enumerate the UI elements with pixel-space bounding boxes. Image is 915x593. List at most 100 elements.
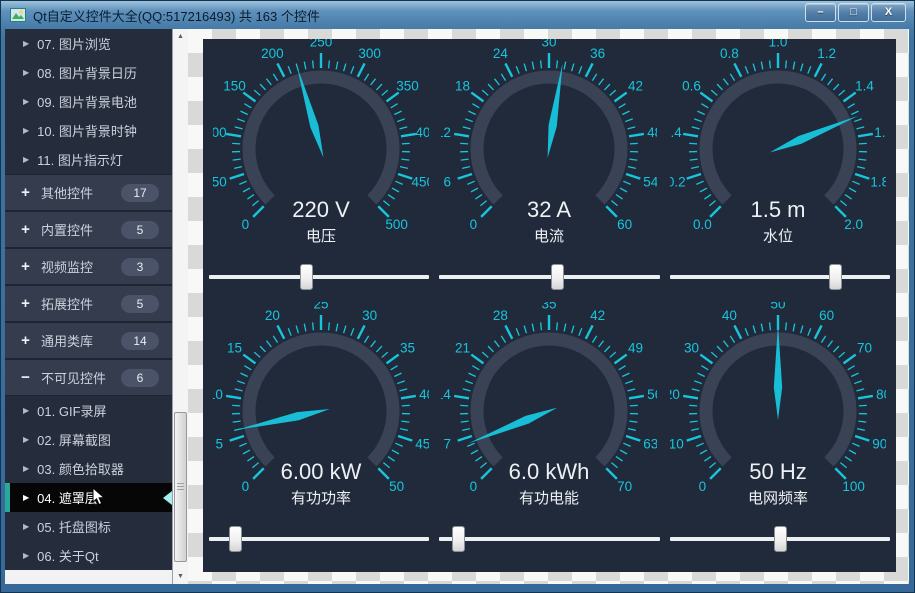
slider-track[interactable]: [209, 537, 429, 541]
expand-icon: +: [19, 332, 32, 349]
gauge-minor-tick: [471, 188, 478, 192]
slider-handle[interactable]: [229, 526, 242, 552]
gauge-tick-label: 21: [455, 341, 470, 356]
gauge-major-tick: [226, 396, 241, 398]
sidebar-scrollbar[interactable]: ▲ ▼: [172, 29, 188, 584]
gauge-minor-tick: [800, 326, 802, 334]
gauge-minor-tick: [391, 366, 398, 370]
item-label: 视频监控: [41, 257, 93, 276]
gauge-minor-tick: [697, 111, 704, 114]
gauge-minor-tick: [239, 181, 246, 184]
gauge-tick-label: 49: [629, 341, 644, 356]
sidebar-item-1[interactable]: ▶08. 图片背景日历: [5, 58, 172, 87]
gauge-tick-label: 54: [644, 174, 658, 189]
gauge-minor-tick: [233, 421, 241, 422]
scroll-down-icon[interactable]: ▼: [173, 569, 188, 584]
gauge-4: 071421283542495663706.0 kWh有功电能: [441, 302, 657, 527]
gauge-minor-tick: [365, 336, 369, 343]
slider-track[interactable]: [209, 275, 429, 279]
sidebar-item-13[interactable]: ▶03. 颜色拾取器: [5, 454, 172, 483]
scrollbar-track[interactable]: [174, 44, 187, 569]
sidebar-category-7[interactable]: +视频监控3: [5, 248, 172, 285]
slider-3[interactable]: [209, 526, 429, 552]
gauge-tick-label: 10: [213, 387, 223, 402]
slider-track[interactable]: [439, 537, 659, 541]
arrow-right-icon: ▶: [23, 39, 29, 48]
sidebar-item-0[interactable]: ▶07. 图片浏览: [5, 29, 172, 58]
gauge-minor-tick: [232, 406, 240, 407]
arrow-right-icon: ▶: [23, 551, 29, 560]
scroll-up-icon[interactable]: ▲: [173, 29, 188, 44]
gauge-minor-tick: [517, 66, 520, 73]
sidebar-item-14[interactable]: ▶04. 遮罩层: [5, 483, 172, 512]
slider-handle[interactable]: [551, 264, 564, 290]
expand-icon: +: [19, 295, 32, 312]
maximize-button[interactable]: □: [838, 3, 869, 22]
arrow-right-icon: ▶: [23, 97, 29, 106]
gauge-tick-label: 20: [265, 308, 280, 323]
slider-0[interactable]: [209, 264, 429, 290]
gauge-minor-tick: [723, 341, 728, 347]
sidebar-category-9[interactable]: +通用类库14: [5, 322, 172, 359]
scrollbar-thumb[interactable]: [174, 412, 187, 562]
sidebar-item-2[interactable]: ▶09. 图片背景电池: [5, 87, 172, 116]
gauge-minor-tick: [248, 194, 255, 199]
gauge-value: 32 A: [527, 197, 571, 222]
sidebar-category-6[interactable]: +内置控件5: [5, 211, 172, 248]
slider-handle[interactable]: [829, 264, 842, 290]
gauge-tick-label: 500: [386, 217, 409, 232]
gauge-minor-tick: [839, 352, 845, 357]
gauge-minor-tick: [857, 429, 865, 431]
gauge-minor-tick: [473, 103, 480, 107]
gauge-minor-tick: [489, 346, 494, 352]
gauge-major-tick: [815, 326, 822, 339]
gauge-minor-tick: [612, 463, 618, 468]
slider-handle[interactable]: [774, 526, 787, 552]
slider-handle[interactable]: [300, 264, 313, 290]
minimize-button[interactable]: –: [805, 3, 836, 22]
gauge-tick-label: 1.0: [768, 39, 787, 49]
sidebar-item-16[interactable]: ▶06. 关于Qt: [5, 541, 172, 570]
gauge-minor-tick: [852, 443, 859, 446]
close-button[interactable]: X: [871, 3, 906, 22]
gauge-minor-tick: [239, 443, 246, 446]
gauge-ring: [706, 77, 850, 200]
gauge-tick-label: 60: [618, 217, 633, 232]
sidebar-item-15[interactable]: ▶05. 托盘图标: [5, 512, 172, 541]
sidebar-item-11[interactable]: ▶01. GIF录屏: [5, 396, 172, 425]
sidebar-item-12[interactable]: ▶02. 屏幕截图: [5, 425, 172, 454]
gauge-minor-tick: [808, 329, 811, 336]
gauge-tick-label: 20: [670, 387, 680, 402]
gauge-minor-tick: [466, 381, 474, 384]
gauge-minor-tick: [273, 336, 277, 343]
slider-track[interactable]: [439, 275, 659, 279]
slider-1[interactable]: [439, 264, 659, 290]
sidebar-category-5[interactable]: +其他控件17: [5, 174, 172, 211]
gauge-minor-tick: [723, 78, 728, 84]
gauge-minor-tick: [769, 60, 770, 68]
gauge-minor-tick: [626, 119, 634, 122]
sidebar-item-3[interactable]: ▶10. 图片背景时钟: [5, 116, 172, 145]
slider-4[interactable]: [439, 526, 659, 552]
collapse-icon: −: [19, 369, 32, 386]
sidebar-item-4[interactable]: ▶11. 图片指示灯: [5, 145, 172, 174]
sidebar-category-10[interactable]: −不可见控件6: [5, 359, 172, 396]
sidebar-category-8[interactable]: +拓展控件5: [5, 285, 172, 322]
slider-5[interactable]: [670, 526, 890, 552]
gauge-title: 水位: [763, 228, 793, 245]
gauge-minor-tick: [753, 326, 755, 334]
gauge-minor-tick: [400, 166, 408, 168]
gauge-minor-tick: [623, 373, 630, 376]
gauge-major-tick: [398, 436, 412, 441]
gauge-minor-tick: [541, 60, 542, 68]
title-bar[interactable]: Qt自定义控件大全(QQ:517216493) 共 163 个控件 – □ X: [1, 1, 914, 29]
gauge-minor-tick: [701, 103, 708, 107]
gauge-minor-tick: [856, 389, 864, 391]
count-badge: 3: [121, 258, 159, 276]
gauge-minor-tick: [502, 336, 506, 343]
slider-handle[interactable]: [452, 526, 465, 552]
slider-track[interactable]: [670, 275, 890, 279]
gauge-minor-tick: [859, 406, 867, 407]
slider-2[interactable]: [670, 264, 890, 290]
gauge-minor-tick: [233, 159, 241, 160]
